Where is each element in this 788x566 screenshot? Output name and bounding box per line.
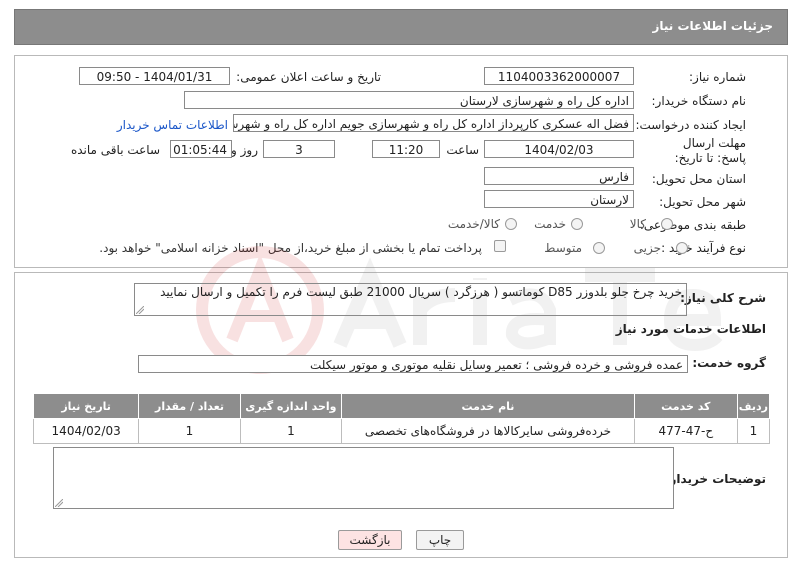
service-group-field: عمده فروشی و خرده فروشی ؛ تعمیر وسایل نق… xyxy=(138,355,688,373)
need-number-label: شماره نیاز: xyxy=(689,70,746,84)
announce-datetime-label: تاریخ و ساعت اعلان عمومی: xyxy=(236,70,381,84)
process-medium-radio[interactable] xyxy=(593,242,605,254)
resize-handle-icon[interactable] xyxy=(136,306,144,314)
category-service-label: خدمت xyxy=(534,217,566,231)
delivery-city-field: لارستان xyxy=(484,190,634,208)
deadline-time-label: ساعت xyxy=(446,143,479,157)
col-need-date: تاریخ نیاز xyxy=(32,393,140,419)
cell-need-date: 1404/02/03 xyxy=(32,418,140,444)
requester-label: ایجاد کننده درخواست: xyxy=(635,118,746,132)
col-row-number: ردیف xyxy=(736,393,771,419)
cell-service-code: ح-47-477 xyxy=(633,418,738,444)
services-table-header: ردیف کد خدمت نام خدمت واحد اندازه گیری ت… xyxy=(32,393,771,419)
deadline-time-field: 11:20 xyxy=(372,140,440,158)
category-both-radio[interactable] xyxy=(505,218,517,230)
buyer-org-field: اداره کل راه و شهرسازی لارستان xyxy=(184,91,634,109)
category-both-label: کالا/خدمت xyxy=(447,217,500,231)
deadline-date-field: 1404/02/03 xyxy=(484,140,634,158)
delivery-city-label: شهر محل تحویل: xyxy=(659,195,746,209)
deadline-days-field: 3 xyxy=(263,140,335,158)
remaining-time-field: 01:05:44 xyxy=(170,140,232,158)
resize-handle-icon[interactable] xyxy=(55,499,63,507)
delivery-province-field: فارس xyxy=(484,167,634,185)
cell-quantity: 1 xyxy=(138,418,241,444)
category-goods-radio[interactable] xyxy=(661,218,673,230)
services-table: ردیف کد خدمت نام خدمت واحد اندازه گیری ت… xyxy=(32,393,771,444)
cell-service-name: خرده‌فروشی سایرکالاها در فروشگاه‌های تخص… xyxy=(341,418,635,444)
requester-field: فضل اله عسکری کارپرداز اداره کل راه و شه… xyxy=(233,114,634,132)
buyer-notes-text xyxy=(54,448,673,452)
print-button[interactable]: چاپ xyxy=(416,530,464,550)
treasury-payment-note: پرداخت تمام یا بخشی از مبلغ خرید،از محل … xyxy=(99,241,482,255)
buyer-contact-link[interactable]: اطلاعات تماس خریدار xyxy=(117,118,228,132)
summary-label: شرح کلی نیاز: xyxy=(680,291,766,305)
page-header: جزئیات اطلاعات نیاز xyxy=(14,9,788,45)
summary-textarea: خرید چرخ جلو بلدوزر D85 کوماتسو ( هرزگرد… xyxy=(134,283,687,316)
cell-row-number: 1 xyxy=(736,418,771,444)
need-number-field: 1104003362000007 xyxy=(484,67,634,85)
back-button[interactable]: بازگشت xyxy=(338,530,402,550)
page-title: جزئیات اطلاعات نیاز xyxy=(652,19,773,33)
col-unit: واحد اندازه گیری xyxy=(239,393,343,419)
deadline-days-label: روز و xyxy=(231,143,258,157)
table-row: 1 ح-47-477 خرده‌فروشی سایرکالاها در فروش… xyxy=(32,418,771,444)
cell-unit: 1 xyxy=(239,418,343,444)
category-service-radio[interactable] xyxy=(571,218,583,230)
announce-datetime-field: 1404/01/31 - 09:50 xyxy=(79,67,230,85)
services-section-title: اطلاعات خدمات مورد نیاز xyxy=(615,322,766,336)
summary-text: خرید چرخ جلو بلدوزر D85 کوماتسو ( هرزگرد… xyxy=(160,285,682,299)
category-label: طبقه بندی موضوعی: xyxy=(639,218,746,232)
process-label: نوع فرآیند خرید : xyxy=(661,241,746,255)
remaining-time-label: ساعت باقی مانده xyxy=(70,143,160,157)
process-minor-radio[interactable] xyxy=(676,242,688,254)
process-minor-label: جزیی xyxy=(633,241,661,255)
buyer-notes-textarea xyxy=(53,447,674,509)
deadline-label: مهلت ارسال پاسخ: تا تاریخ: xyxy=(674,136,746,165)
category-goods-label: کالا xyxy=(629,217,646,231)
treasury-payment-checkbox[interactable] xyxy=(494,240,506,252)
delivery-province-label: استان محل تحویل: xyxy=(651,172,746,186)
buyer-notes-label: توضیحات خریدار: xyxy=(664,472,766,486)
process-medium-label: متوسط xyxy=(544,241,582,255)
col-quantity: تعداد / مقدار xyxy=(138,393,241,419)
service-group-label: گروه خدمت: xyxy=(692,356,766,370)
col-service-code: کد خدمت xyxy=(633,393,738,419)
buyer-org-label: نام دستگاه خریدار: xyxy=(651,94,747,108)
col-service-name: نام خدمت xyxy=(341,393,635,419)
